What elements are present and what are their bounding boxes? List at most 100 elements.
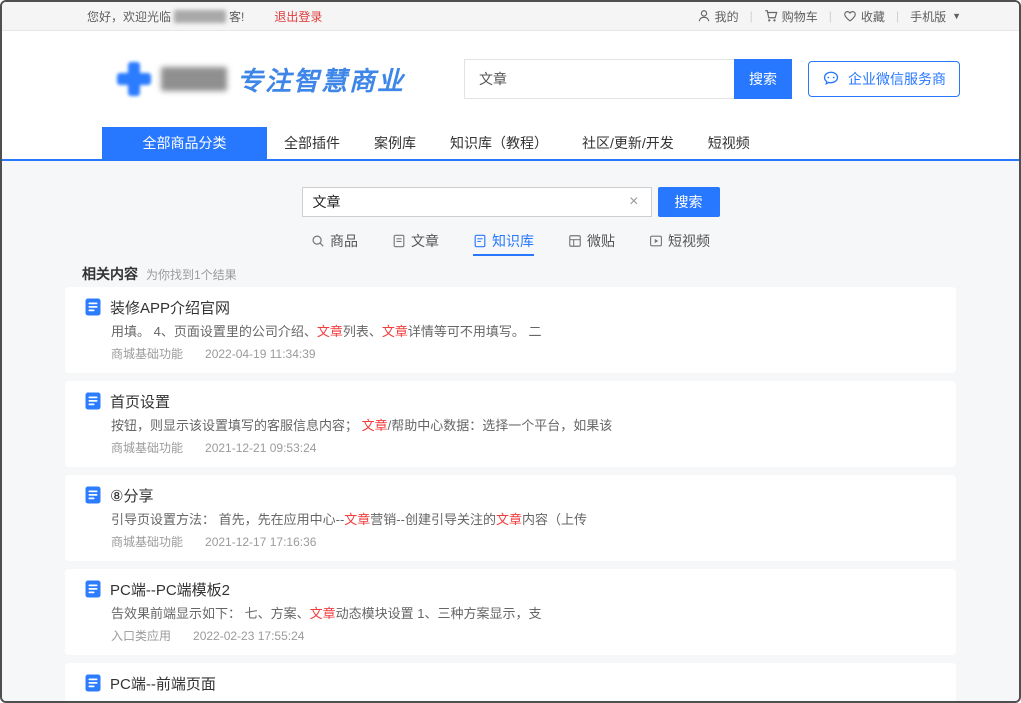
document-icon [85,674,101,692]
results-count: 为你找到1个结果 [146,266,237,283]
logout-link[interactable]: 退出登录 [274,8,322,25]
result-title-row: 装修APP介绍官网 [85,298,936,316]
caret-down-icon: ▼ [952,11,961,21]
tab-label: 商品 [330,231,358,251]
wecom-label: 企业微信服务商 [848,69,946,89]
site-header: 专注智慧商业 搜索 企业微信服务商 [2,31,1019,127]
redacted-username [174,10,226,23]
result-category: 入口类应用 [111,629,171,644]
result-datetime: 2021-12-21 09:53:24 [205,441,316,456]
result-card[interactable]: ⑧分享引导页设置方法： 首先，先在应用中心--文章营销--创建引导关注的文章内容… [65,475,956,561]
result-snippet: 告效果前端显示如下： 七、方案、文章动态模块设置 1、三种方案显示，支 [111,605,936,622]
wecom-icon [822,70,840,88]
result-category: 商城基础功能 [111,441,183,456]
tab-短视频[interactable]: 短视频 [649,232,710,256]
result-title: ⑧分享 [110,485,153,506]
nav-item-1[interactable]: 全部商品分类 [102,127,267,159]
search-row: × 搜索 [2,187,1019,217]
search-input[interactable] [313,194,628,210]
greeting-text: 您好，欢迎光临 [87,8,171,25]
result-title: PC端--前端页面 [110,673,216,694]
result-card[interactable]: PC端--前端页面 [65,663,956,701]
cart-icon [764,9,778,23]
nav-item-6[interactable]: 短视频 [691,127,767,159]
nav-item-4[interactable]: 知识库（教程） [433,127,565,159]
result-title: 首页设置 [110,391,170,412]
results-title: 相关内容 [82,264,138,284]
result-title-row: PC端--PC端模板2 [85,580,936,598]
nav-item-2[interactable]: 全部插件 [267,127,357,159]
tab-label: 微贴 [587,231,615,251]
topbar-link-label: 购物车 [782,8,818,25]
separator: | [829,9,832,23]
nav-item-3[interactable]: 案例库 [357,127,433,159]
wecom-service-button[interactable]: 企业微信服务商 [808,61,960,97]
document-icon [85,580,101,598]
result-datetime: 2022-04-19 11:34:39 [205,347,316,362]
topbar-link-购物车[interactable]: 购物车 [764,8,818,25]
tab-商品[interactable]: 商品 [311,232,358,256]
result-type-tabs: 商品 文章 知识库 微贴 短视频 [2,232,1019,256]
topbar-link-收藏[interactable]: 收藏 [843,8,885,25]
grid-icon [568,234,582,248]
topbar-link-我的[interactable]: 我的 [697,8,739,25]
result-snippet: 按钮，则显示该设置填写的客服信息内容； 文章/帮助中心数据：选择一个平台，如果该 [111,417,936,434]
result-card[interactable]: PC端--PC端模板2 告效果前端显示如下： 七、方案、文章动态模块设置 1、三种… [65,569,956,655]
results-header: 相关内容 为你找到1个结果 [82,264,1019,281]
heart-icon [843,9,857,23]
brand-slogan: 专注智慧商业 [237,61,405,98]
result-title-row: ⑧分享 [85,486,936,504]
result-meta: 商城基础功能 2021-12-17 17:16:36 [111,535,936,550]
result-card[interactable]: 装修APP介绍官网用填。 4、页面设置里的公司介绍、文章列表、文章详情等可不用填… [65,287,956,373]
document-icon [85,486,101,504]
main-content: × 搜索 商品 文章 知识库 微贴 短视频 相关内容 为你找到1个结果 装修APP介绍官… [2,161,1019,701]
topbar-greeting: 您好，欢迎光临 客! 退出登录 [87,8,322,25]
header-search: 搜索 [464,59,792,99]
search-icon [311,234,325,248]
kb-icon [473,234,487,248]
doc-icon [392,234,406,248]
result-title: PC端--PC端模板2 [110,579,230,600]
result-datetime: 2021-12-17 17:16:36 [205,535,316,550]
result-snippet: 引导页设置方法： 首先，先在应用中心--文章营销--创建引导关注的文章内容（上传 [111,511,936,528]
result-title-row: PC端--前端页面 [85,674,936,692]
result-meta: 商城基础功能 2021-12-21 09:53:24 [111,441,936,456]
logo-mark-icon [117,62,151,96]
topbar: 您好，欢迎光临 客! 退出登录 我的 | 购物车 | 收藏 | 手机版 ▼ [2,2,1019,31]
page: 您好，欢迎光临 客! 退出登录 我的 | 购物车 | 收藏 | 手机版 ▼ 专注智慧商业 搜索… [0,0,1021,703]
video-icon [649,234,663,248]
document-icon [85,392,101,410]
topbar-link-label: 手机版 [910,8,946,25]
result-datetime: 2022-02-23 17:55:24 [193,629,304,644]
search-button[interactable]: 搜索 [658,187,720,217]
tab-知识库[interactable]: 知识库 [473,232,534,256]
topbar-link-手机版[interactable]: 手机版 ▼ [910,8,961,25]
topbar-links: 我的 | 购物车 | 收藏 | 手机版 ▼ [697,8,961,25]
header-search-button[interactable]: 搜索 [734,59,792,99]
result-title-row: 首页设置 [85,392,936,410]
result-card[interactable]: 首页设置按钮，则显示该设置填写的客服信息内容； 文章/帮助中心数据：选择一个平台… [65,381,956,467]
greeting-suffix: 客! [229,8,244,25]
tab-文章[interactable]: 文章 [392,232,439,256]
nav-item-5[interactable]: 社区/更新/开发 [565,127,691,159]
user-icon [697,9,711,23]
clear-search-icon[interactable]: × [627,194,640,210]
topbar-link-label: 收藏 [861,8,885,25]
tab-label: 知识库 [492,231,534,251]
result-meta: 商城基础功能 2022-04-19 11:34:39 [111,347,936,362]
separator: | [896,9,899,23]
header-search-input[interactable] [464,59,734,99]
result-snippet: 用填。 4、页面设置里的公司介绍、文章列表、文章详情等可不用填写。 二 [111,323,936,340]
tab-微贴[interactable]: 微贴 [568,232,615,256]
document-icon [85,298,101,316]
tab-label: 短视频 [668,231,710,251]
results-list: 装修APP介绍官网用填。 4、页面设置里的公司介绍、文章列表、文章详情等可不用填… [2,287,1019,701]
result-category: 商城基础功能 [111,535,183,550]
search-box: × [302,187,652,217]
topbar-link-label: 我的 [715,8,739,25]
result-category: 商城基础功能 [111,347,183,362]
site-logo[interactable]: 专注智慧商业 [117,61,442,98]
main-nav: 全部商品分类全部插件案例库知识库（教程）社区/更新/开发短视频 [2,127,1019,161]
tab-label: 文章 [411,231,439,251]
separator: | [750,9,753,23]
